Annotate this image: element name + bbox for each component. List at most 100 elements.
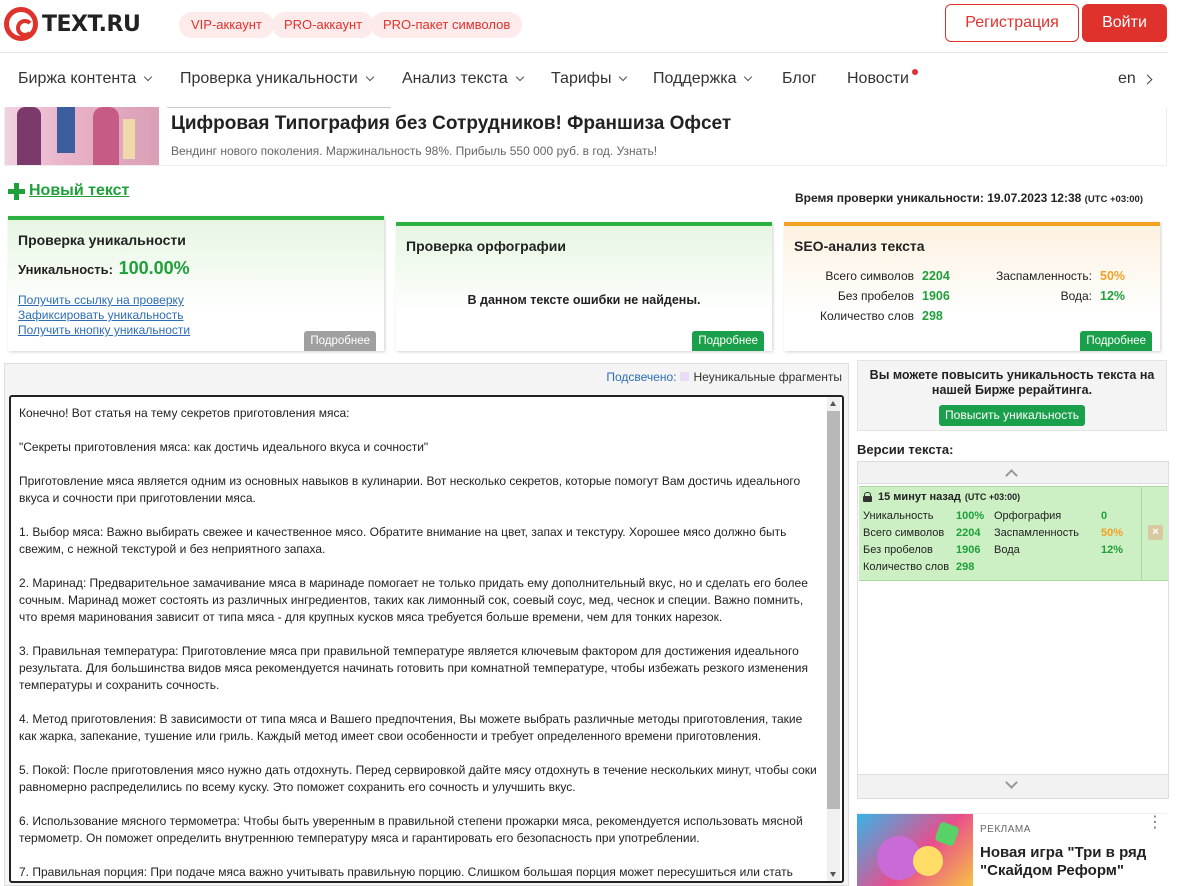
rewrite-promo: Вы можете повысить уникальность текста н… <box>857 360 1167 431</box>
delete-version-button[interactable]: × <box>1148 525 1163 540</box>
text-paragraph: "Секреты приготовления мяса: как достичь… <box>19 440 429 454</box>
version-uniq-label: Уникальность <box>863 510 934 522</box>
checked-text-area[interactable]: Конечно! Вот статья на тему секретов при… <box>9 395 844 883</box>
seo-water: 12% <box>1100 289 1126 303</box>
game-ad-title[interactable]: Новая игра "Три в ряд "Скайдом Реформ" <box>980 844 1160 880</box>
top-header: TEXT.RU VIP-аккаунт PRO-аккаунт PRO-паке… <box>0 0 1200 52</box>
version-words-label: Количество слов <box>863 561 950 573</box>
chevron-down-icon <box>515 72 524 82</box>
seo-more-button[interactable]: Подробнее <box>1080 331 1152 351</box>
versions-title: Версии текста: <box>857 442 954 457</box>
seo-spam: 50% <box>1100 269 1126 283</box>
text-paragraph: 2. Маринад: Предварительное замачивание … <box>19 576 808 624</box>
chevron-right-icon[interactable] <box>1142 74 1153 85</box>
text-paragraph: Конечно! Вот статья на тему секретов при… <box>19 406 350 420</box>
scroll-down-arrow-icon[interactable] <box>830 872 836 877</box>
chevron-down-icon <box>365 72 375 82</box>
game-ad[interactable]: РЕКЛАМА Новая игра "Три в ряд "Скайдом Р… <box>857 813 1167 886</box>
check-time: Время проверки уникальности: 19.07.2023 … <box>795 191 1143 205</box>
version-spell: 0 <box>1101 510 1108 522</box>
text-paragraph: 5. Покой: После приготовления мясо нужно… <box>19 763 817 794</box>
uniqueness-card-title: Проверка уникальности <box>18 232 186 248</box>
nav-label: Анализ текста <box>402 70 508 87</box>
version-time-tz: (UTC +03:00) <box>964 492 1021 502</box>
seo-card: SEO-анализ текста Всего символов 2204 Бе… <box>784 222 1160 351</box>
version-words: 298 <box>956 561 975 573</box>
seo-total-chars: 2204 <box>922 269 950 283</box>
logo-text: TEXT.RU <box>42 11 141 37</box>
text-scrollbar-thumb[interactable] <box>827 411 840 809</box>
uniqueness-card: Проверка уникальности Уникальность: 100.… <box>8 216 384 351</box>
check-time-label: Время проверки уникальности: 19.07.2023 … <box>795 191 1082 205</box>
text-panel: Подсвечено: Неуникальные фрагменты Конечн… <box>4 363 849 886</box>
game-ad-image <box>857 814 973 886</box>
more-options-icon[interactable]: ⋮ <box>1147 815 1163 831</box>
text-paragraph: 3. Правильная температура: Приготовление… <box>19 644 808 692</box>
seo-words-label: Количество слов <box>820 309 914 323</box>
uniqueness-more-button[interactable]: Подробнее <box>304 331 376 351</box>
highlight-label[interactable]: Подсвечено: <box>606 370 676 384</box>
ad-banner-subtitle[interactable]: Вендинг нового поколения. Маржинальность… <box>171 144 657 158</box>
site-logo[interactable]: TEXT.RU <box>4 7 141 41</box>
seo-no-spaces-label: Без пробелов <box>837 289 914 303</box>
get-check-link[interactable]: Получить ссылку на проверку <box>18 293 184 307</box>
spelling-card-title: Проверка орфографии <box>406 238 566 254</box>
version-spam: 50% <box>1101 527 1124 539</box>
nav-news[interactable]: Новости <box>847 70 909 88</box>
fix-uniqueness-link[interactable]: Зафиксировать уникальность <box>18 308 184 322</box>
ad-banner[interactable]: Цифровая Типография без Сотрудников! Фра… <box>4 107 1167 166</box>
ad-banner-title[interactable]: Цифровая Типография без Сотрудников! Фра… <box>171 113 731 135</box>
copyright-logo-icon <box>4 7 38 41</box>
versions-scroll-up[interactable] <box>858 462 1168 484</box>
pro-chars-pack-link[interactable]: PRO-пакет символов <box>371 12 523 38</box>
seo-no-spaces: 1906 <box>922 289 950 303</box>
spelling-more-button[interactable]: Подробнее <box>692 331 764 351</box>
version-water: 12% <box>1101 544 1124 556</box>
new-text-link[interactable]: Новый текст <box>8 182 129 200</box>
nav-tariffs[interactable]: Тарифы <box>551 70 628 88</box>
version-spam-label: Заспамленность <box>994 527 1079 539</box>
version-chars: 2204 <box>956 527 981 539</box>
version-time-label: 15 минут назад <box>878 491 961 503</box>
nav-label: Тарифы <box>551 70 612 87</box>
versions-list: 15 минут назад (UTC +03:00) Уникальность… <box>857 461 1169 799</box>
text-paragraph: 1. Выбор мяса: Важно выбирать свежее и к… <box>19 525 787 556</box>
nav-support[interactable]: Поддержка <box>653 70 753 88</box>
nav-label: Проверка уникальности <box>180 70 358 87</box>
chevron-down-icon <box>619 72 628 82</box>
nav-text-analysis[interactable]: Анализ текста <box>402 70 524 88</box>
promo-text: Вы можете повысить уникальность текста н… <box>869 368 1155 397</box>
main-nav: Биржа контента Проверка уникальности Ана… <box>0 53 1200 107</box>
spelling-card: Проверка орфографии В данном тексте ошиб… <box>396 222 772 351</box>
version-entry[interactable]: 15 минут назад (UTC +03:00) Уникальность… <box>859 486 1168 581</box>
language-switch[interactable]: en <box>1118 70 1136 88</box>
ad-banner-image <box>5 107 159 165</box>
chevron-up-icon <box>1005 469 1018 482</box>
plus-icon <box>8 182 25 200</box>
no-errors-message: В данном тексте ошибки не найдены. <box>467 293 701 307</box>
register-button[interactable]: Регистрация <box>945 4 1079 42</box>
nav-label: Поддержка <box>653 70 737 87</box>
version-uniq: 100% <box>956 510 985 522</box>
get-uniqueness-button-link[interactable]: Получить кнопку уникальности <box>18 323 190 337</box>
new-text-label: Новый текст <box>29 182 130 199</box>
version-chars-label: Всего символов <box>863 527 945 539</box>
text-paragraph: 4. Метод приготовления: В зависимости от… <box>19 712 803 743</box>
highlight-legend-text: Неуникальные фрагменты <box>693 370 842 384</box>
news-notification-dot <box>912 69 918 75</box>
increase-uniqueness-button[interactable]: Повысить уникальность <box>939 405 1085 426</box>
text-scrollbar[interactable] <box>827 397 840 881</box>
seo-card-title: SEO-анализ текста <box>794 238 925 254</box>
chevron-down-icon <box>744 72 753 82</box>
nav-blog[interactable]: Блог <box>782 70 817 88</box>
seo-total-chars-label: Всего символов <box>825 269 914 283</box>
pro-account-link[interactable]: PRO-аккаунт <box>272 12 375 38</box>
chevron-down-icon <box>143 72 153 82</box>
nav-content-exchange[interactable]: Биржа контента <box>18 70 153 88</box>
nav-uniqueness-check[interactable]: Проверка уникальности <box>180 70 375 88</box>
scroll-up-arrow-icon[interactable] <box>830 401 836 406</box>
versions-scroll-down[interactable] <box>858 774 1168 798</box>
text-paragraph: Приготовление мяса является одним из осн… <box>19 474 801 505</box>
vip-account-link[interactable]: VIP-аккаунт <box>179 12 274 38</box>
login-button[interactable]: Войти <box>1082 4 1167 42</box>
